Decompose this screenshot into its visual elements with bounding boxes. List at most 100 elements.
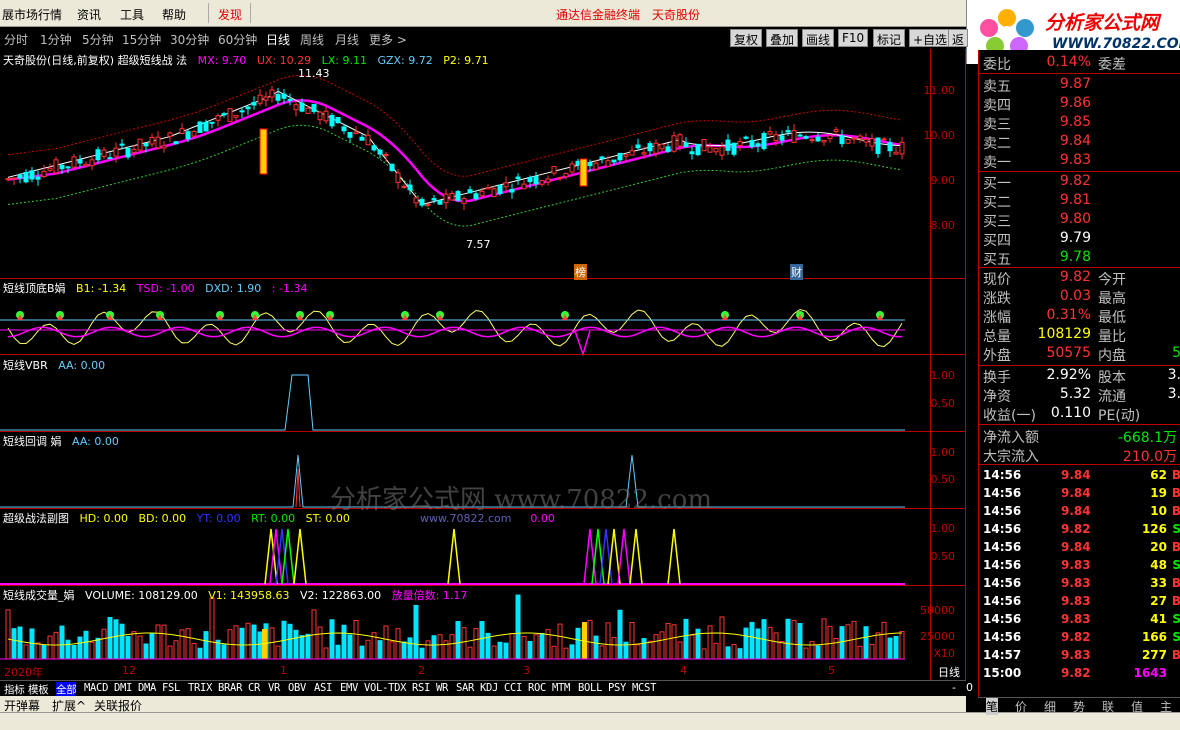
quote-tab[interactable]: 主 [1160, 698, 1172, 715]
volume-bar [431, 635, 437, 660]
candle-body [821, 139, 827, 143]
menu-news[interactable]: 资讯 [77, 6, 101, 23]
toolbar-button[interactable]: 画线 [802, 29, 835, 47]
indicator-tab[interactable]: BOLL [578, 682, 602, 694]
period-tab[interactable]: 月线 [335, 31, 359, 48]
stat-row-label: 收益(一) [983, 408, 1036, 424]
indicator-tab[interactable]: ROC [528, 682, 546, 694]
volume-bar [407, 637, 413, 660]
period-tab[interactable]: 15分钟 [122, 31, 161, 48]
quote-tab[interactable]: 联 [1102, 698, 1114, 715]
indicator-tab[interactable]: FSL [162, 682, 180, 694]
chart-area[interactable]: 天奇股份(日线,前复权) 超级短线战 法 MX: 9.70 UX: 10.29 … [0, 49, 966, 681]
menu-discover[interactable]: 发现 [218, 6, 242, 23]
period-tab[interactable]: 60分钟 [218, 31, 257, 48]
toolbar-button[interactable]: +自选 [909, 29, 952, 47]
volume-bar [83, 630, 89, 660]
bid-row-value: 9.81 [1059, 192, 1091, 208]
stat-row: 涨跌 0.03 最高 [983, 288, 1180, 307]
indicator-tab[interactable]: VOL-TDX [364, 682, 406, 694]
volume-bar [875, 632, 881, 660]
indicator-tab[interactable]: 指标 [4, 682, 25, 697]
period-tab[interactable]: 30分钟 [170, 31, 209, 48]
indicator-tab[interactable]: DMI [114, 682, 132, 694]
indicator-tab[interactable]: MTM [552, 682, 570, 694]
y-tick: 25000 [920, 630, 955, 643]
tick-volume: 166 [1141, 630, 1167, 644]
period-tab[interactable]: 分时 [4, 31, 28, 48]
candle-body [203, 121, 209, 132]
volume-bar [563, 647, 569, 660]
quote-tab[interactable]: 势 [1073, 698, 1085, 715]
quote-tab[interactable]: 值 [1131, 698, 1143, 715]
volume-bar [557, 623, 563, 660]
volume-bar [353, 619, 359, 660]
tick-volume: 27 [1150, 594, 1167, 608]
menu-tools[interactable]: 工具 [120, 6, 144, 23]
period-tab[interactable]: 5分钟 [82, 31, 114, 48]
divider [979, 464, 1180, 465]
stat-row: 换手 2.92% 股本 3. [983, 367, 1180, 386]
menu-help[interactable]: 帮助 [162, 6, 186, 23]
toolbar-button[interactable]: 标记 [873, 29, 906, 47]
indicator-tab[interactable]: 全部 [56, 682, 77, 697]
zoom-controls: - 0 [930, 681, 978, 696]
yt-value: YT: 0.00 [196, 512, 241, 525]
quote-tab[interactable]: 细 [1044, 698, 1056, 715]
indicator-tab[interactable]: PSY [608, 682, 626, 694]
quote-panel: 委比 0.14% 委差 卖五 9.87 卖四 9.86 卖三 9.85 卖二 9.84 卖一 9.… [978, 50, 1180, 712]
indicator-tab[interactable]: RSI [412, 682, 430, 694]
weicha-label: 委差 [1098, 57, 1126, 73]
indicator-tab[interactable]: CCI [504, 682, 522, 694]
indicator-tab[interactable]: DMA [138, 682, 156, 694]
flow-label: 净流入额 [983, 430, 1039, 446]
candle-body [851, 137, 857, 140]
candle-body [539, 180, 545, 185]
toolbar-button[interactable]: 叠加 [766, 29, 799, 47]
indicator-tab[interactable]: WR [436, 682, 448, 694]
candle-body [743, 136, 749, 139]
x-tick: 12 [122, 664, 136, 677]
volume-bar [689, 634, 695, 660]
volume-bar [773, 632, 779, 660]
quote-tab[interactable]: 价 [1015, 698, 1027, 715]
divider [979, 73, 1180, 74]
toolbar-button[interactable]: 返回 [948, 29, 969, 64]
volume-bar [149, 633, 155, 660]
panel-separator [0, 585, 966, 586]
indicator-tab[interactable]: MACD [84, 682, 108, 694]
candle-body [389, 163, 395, 171]
indicator-tab[interactable]: CR [248, 682, 260, 694]
volume-bar [221, 644, 227, 660]
indicator-tab[interactable]: ASI [314, 682, 332, 694]
bid-row-label: 买五 [983, 252, 1011, 268]
divider [979, 267, 1180, 268]
period-tab-active[interactable]: 日线 [266, 31, 290, 48]
indicator-tab[interactable]: BRAR [218, 682, 242, 694]
indicator-tab[interactable]: KDJ [480, 682, 498, 694]
indicator-tab[interactable]: TRIX [188, 682, 212, 694]
period-tab[interactable]: 周线 [300, 31, 324, 48]
candle-body [467, 189, 473, 194]
zoom-out-button[interactable]: - [952, 681, 956, 694]
candle-body [671, 135, 677, 152]
period-tab[interactable]: 1分钟 [40, 31, 72, 48]
candle-body [407, 184, 413, 191]
indicator-tab[interactable]: VR [268, 682, 280, 694]
period-more[interactable]: 更多 > [369, 31, 407, 48]
indicator-tab[interactable]: EMV [340, 682, 358, 694]
indicator-tab[interactable]: MCST [632, 682, 656, 694]
x-tick: 3 [523, 664, 530, 677]
volume-bar [77, 636, 83, 660]
menu-market[interactable]: 展市场行情 [2, 6, 62, 23]
tick-row: 14:57 9.83 277 B [983, 648, 1180, 666]
quote-tab[interactable]: 笔 [986, 698, 999, 715]
volume-bar [425, 640, 431, 660]
indicator-tab[interactable]: 模板 [28, 682, 49, 697]
indicator-tab[interactable]: OBV [288, 682, 306, 694]
toolbar-button[interactable]: F10 [838, 29, 869, 47]
candle-body [731, 142, 737, 155]
candle-body [683, 142, 689, 148]
toolbar-button[interactable]: 复权 [730, 29, 763, 47]
indicator-tab[interactable]: SAR [456, 682, 474, 694]
